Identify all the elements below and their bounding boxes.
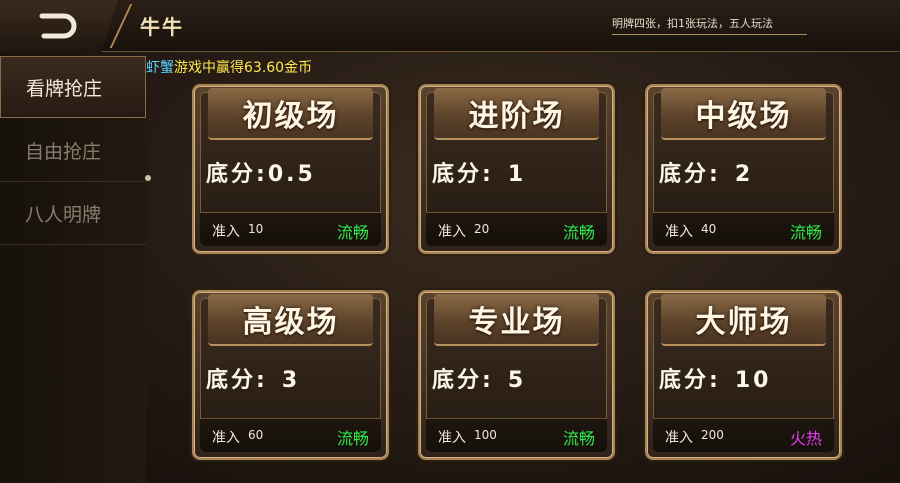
room-base-score: 底分: 10 xyxy=(659,362,771,394)
entry-label: 准入 xyxy=(665,430,693,446)
page-title: 牛牛 xyxy=(140,15,184,39)
entry-label: 准入 xyxy=(212,430,240,446)
room-card-advanced[interactable]: 进阶场 底分: 1 准入 20 流畅 xyxy=(418,84,615,254)
room-card-footer: 准入 10 流畅 xyxy=(200,212,381,246)
entry-value: 20 xyxy=(474,222,490,236)
entry-label: 准入 xyxy=(212,224,240,240)
base-value: 1 xyxy=(507,162,527,187)
marquee-suffix: 游戏中赢得63.60金币 xyxy=(174,60,313,76)
room-title: 进阶场 xyxy=(468,99,565,134)
room-title: 专业场 xyxy=(468,305,565,340)
room-title-plate: 专业场 xyxy=(434,294,599,346)
room-base-score: 底分: 2 xyxy=(659,156,753,188)
entry-value: 10 xyxy=(248,222,264,236)
rule-description: 明牌四张，扣1张玩法，五人玩法 xyxy=(612,15,807,35)
room-title-plate: 大师场 xyxy=(661,294,826,346)
game-lobby: 牛牛 明牌四张，扣1张玩法，五人玩法 也在鱼虾蟹游戏中赢得63.60金币 看牌抢… xyxy=(0,0,900,483)
room-title: 中级场 xyxy=(695,99,792,134)
entry-label: 准入 xyxy=(438,224,466,240)
status-badge: 流畅 xyxy=(336,429,369,448)
entry-label: 准入 xyxy=(438,430,466,446)
room-title-plate: 高级场 xyxy=(208,294,373,346)
entry-label: 准入 xyxy=(665,224,693,240)
room-base-score: 底分: 1 xyxy=(432,156,526,188)
room-title-plate: 进阶场 xyxy=(434,88,599,140)
sidebar-item-ziyou-qiangzhuang[interactable]: 自由抢庄 xyxy=(0,120,146,182)
room-title: 初级场 xyxy=(242,99,339,134)
room-card-footer: 准入 200 火热 xyxy=(653,418,834,452)
base-value: 10 xyxy=(734,368,772,393)
base-label: 底分: xyxy=(659,162,721,187)
room-title-plate: 初级场 xyxy=(208,88,373,140)
back-arrow-icon xyxy=(36,11,82,41)
room-title: 高级场 xyxy=(242,305,339,340)
sidebar-item-kanpai-qiangzhuang[interactable]: 看牌抢庄 xyxy=(0,56,146,118)
entry-value: 40 xyxy=(701,222,717,236)
sidebar-item-baren-mingpai[interactable]: 八人明牌 xyxy=(0,183,146,245)
room-card-beginner[interactable]: 初级场 底分:0.5 准入 10 流畅 xyxy=(192,84,389,254)
base-value: 3 xyxy=(281,368,301,393)
status-badge: 流畅 xyxy=(336,223,369,242)
room-card-professional[interactable]: 专业场 底分: 5 准入 100 流畅 xyxy=(418,290,615,460)
status-badge: 流畅 xyxy=(562,429,595,448)
scroll-indicator xyxy=(145,175,151,181)
entry-value: 200 xyxy=(701,428,724,442)
base-value: 5 xyxy=(507,368,527,393)
base-label: 底分: xyxy=(206,162,268,187)
base-label: 底分: xyxy=(659,368,721,393)
status-badge: 流畅 xyxy=(789,223,822,242)
room-card-footer: 准入 100 流畅 xyxy=(426,418,607,452)
room-card-footer: 准入 20 流畅 xyxy=(426,212,607,246)
base-value: 0.5 xyxy=(267,162,316,187)
base-label: 底分: xyxy=(206,368,268,393)
status-badge: 流畅 xyxy=(562,223,595,242)
entry-value: 100 xyxy=(474,428,497,442)
room-base-score: 底分:0.5 xyxy=(206,156,316,188)
room-card-footer: 准入 60 流畅 xyxy=(200,418,381,452)
entry-value: 60 xyxy=(248,428,264,442)
mode-sidebar: 看牌抢庄 自由抢庄 八人明牌 xyxy=(0,53,146,483)
base-label: 底分: xyxy=(432,368,494,393)
room-card-senior[interactable]: 高级场 底分: 3 准入 60 流畅 xyxy=(192,290,389,460)
room-card-footer: 准入 40 流畅 xyxy=(653,212,834,246)
room-card-master[interactable]: 大师场 底分: 10 准入 200 火热 xyxy=(645,290,842,460)
status-badge: 火热 xyxy=(789,429,822,448)
base-label: 底分: xyxy=(432,162,494,187)
room-base-score: 底分: 5 xyxy=(432,362,526,394)
top-bar: 牛牛 明牌四张，扣1张玩法，五人玩法 xyxy=(0,0,900,52)
room-base-score: 底分: 3 xyxy=(206,362,300,394)
room-card-intermediate[interactable]: 中级场 底分: 2 准入 40 流畅 xyxy=(645,84,842,254)
room-title: 大师场 xyxy=(695,305,792,340)
base-value: 2 xyxy=(734,162,754,187)
room-title-plate: 中级场 xyxy=(661,88,826,140)
